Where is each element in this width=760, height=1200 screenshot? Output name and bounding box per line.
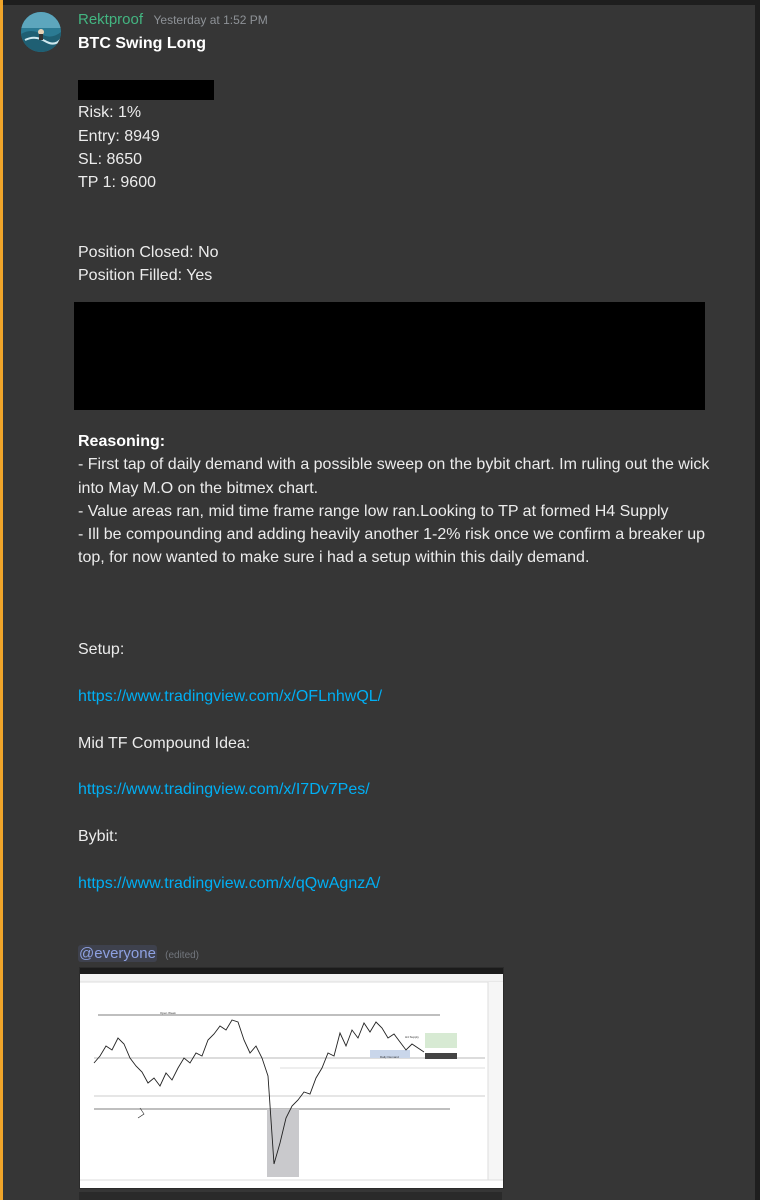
timestamp[interactable]: Yesterday at 1:52 PM bbox=[154, 13, 268, 27]
setup-label: Setup: bbox=[78, 641, 125, 658]
avatar[interactable] bbox=[21, 12, 61, 52]
svg-text:H4 Supply: H4 Supply bbox=[405, 1035, 419, 1039]
window-top-border bbox=[0, 0, 760, 5]
tp1-line: TP 1: 9600 bbox=[78, 174, 156, 191]
reasoning-section: Reasoning: - First tap of daily demand w… bbox=[78, 430, 718, 570]
chart-screenshot-attachment: Open Week Daily Demand H4 Supply bbox=[80, 968, 503, 1188]
svg-text:Open Week: Open Week bbox=[160, 1011, 176, 1015]
bybit-label: Bybit: bbox=[78, 828, 119, 845]
second-attachment-preview[interactable] bbox=[79, 1192, 502, 1200]
sl-line: SL: 8650 bbox=[78, 151, 143, 168]
mid-tf-label: Mid TF Compound Idea: bbox=[78, 735, 251, 752]
svg-text:Daily Demand: Daily Demand bbox=[380, 1055, 399, 1059]
everyone-mention[interactable]: @everyone bbox=[78, 945, 157, 962]
reasoning-item-2: - Value areas ran, mid time frame range … bbox=[78, 502, 669, 520]
reasoning-item-3: - Ill be compounding and adding heavily … bbox=[78, 526, 706, 567]
position-closed-line: Position Closed: No bbox=[78, 244, 219, 261]
position-filled-line: Position Filled: Yes bbox=[78, 267, 213, 284]
edited-indicator: (edited) bbox=[165, 950, 200, 961]
reasoning-heading: Reasoning: bbox=[78, 433, 166, 450]
risk-line: Risk: 1% bbox=[78, 104, 142, 121]
redacted-block-large bbox=[74, 302, 705, 410]
bybit-link[interactable]: https://www.tradingview.com/x/qQwAgnzA/ bbox=[78, 875, 380, 893]
message-header: Rektproof Yesterday at 1:52 PM bbox=[78, 11, 268, 29]
entry-line: Entry: 8949 bbox=[78, 128, 160, 145]
mention-line: @everyone (edited) bbox=[78, 945, 199, 962]
reasoning-item-1: - First tap of daily demand with a possi… bbox=[78, 456, 710, 497]
mid-tf-link[interactable]: https://www.tradingview.com/x/I7Dv7Pes/ bbox=[78, 781, 370, 799]
username[interactable]: Rektproof bbox=[78, 11, 143, 28]
avatar-image bbox=[21, 12, 61, 52]
highlight-bar bbox=[0, 0, 3, 1200]
window-right-border bbox=[755, 0, 760, 1200]
redacted-block-small bbox=[78, 80, 214, 100]
chart-attachment[interactable]: Open Week Daily Demand H4 Supply bbox=[79, 967, 504, 1189]
message-title: BTC Swing Long bbox=[78, 35, 206, 52]
setup-link[interactable]: https://www.tradingview.com/x/OFLnhwQL/ bbox=[78, 688, 382, 706]
